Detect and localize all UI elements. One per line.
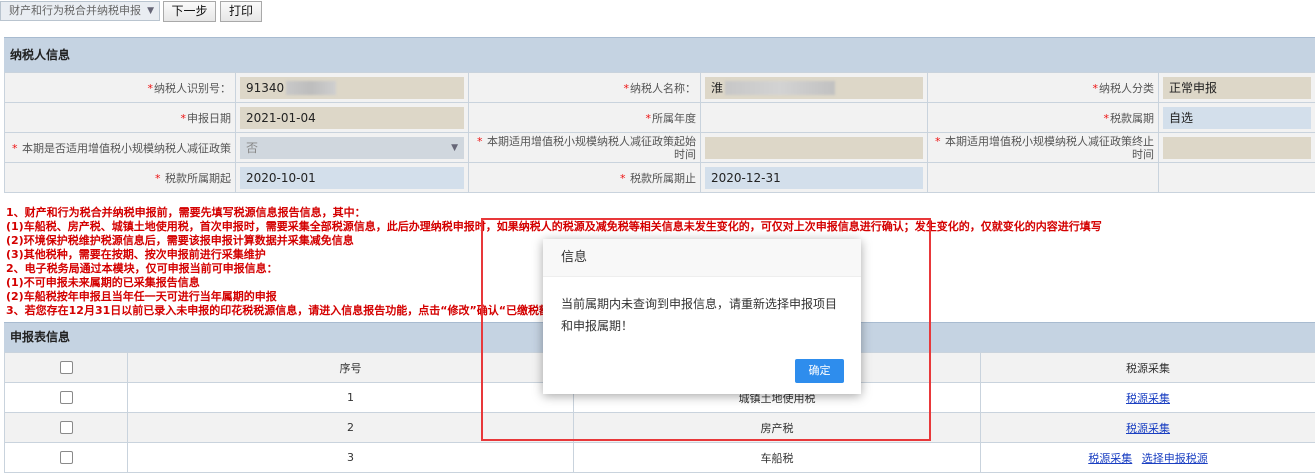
period-start-cell: 2020-10-01 xyxy=(236,163,469,193)
taxpayer-category-field: 正常申报 xyxy=(1163,77,1311,99)
taxpayer-category-cell: 正常申报 xyxy=(1159,73,1315,103)
notice-line: 1、财产和行为税合并纳税申报前，需要先填写税源信息报告信息，其中： xyxy=(6,206,366,220)
period-end-cell: 2020-12-31 xyxy=(701,163,928,193)
row-tax-name: 车船税 xyxy=(574,443,981,473)
declaration-date-label: *申报日期 xyxy=(5,103,236,133)
taxpayer-info-grid: *纳税人识别号： 91340 *纳税人名称： 淮 *纳税人分类 正常申报 *申报… xyxy=(4,72,1315,193)
tax-period-field[interactable]: 自选 xyxy=(1163,107,1311,129)
tax-year-cell xyxy=(701,103,928,133)
row-seq: 1 xyxy=(128,383,574,413)
policy-start-cell xyxy=(701,133,928,163)
policy-end-cell xyxy=(1159,133,1315,163)
taxpayer-id-field: 91340 xyxy=(240,77,464,99)
table-row: 3 车船税 税源采集 选择申报税源 xyxy=(5,443,1315,473)
period-start-field[interactable]: 2020-10-01 xyxy=(240,167,464,189)
period-end-label: * 税款所属期止 xyxy=(469,163,701,193)
select-declare-source-link[interactable]: 选择申报税源 xyxy=(1142,452,1208,465)
source-collect-link[interactable]: 税源采集 xyxy=(1126,422,1170,435)
top-toolbar: 财产和行为税合并纳税申报 ▼ 下一步 打印 xyxy=(0,0,1315,24)
notice-line: 3、若您存在12月31日以前已录入未申报的印花税税源信息，请进入信息报告功能，点… xyxy=(6,304,557,318)
period-end-field[interactable]: 2020-12-31 xyxy=(705,167,923,189)
info-dialog: 信息 当前属期内未查询到申报信息，请重新选择申报项目和申报属期！ 确定 xyxy=(543,239,861,394)
tax-period-cell: 自选 xyxy=(1159,103,1315,133)
taxpayer-name-cell: 淮 xyxy=(701,73,928,103)
taxpayer-category-label: *纳税人分类 xyxy=(928,73,1159,103)
row-checkbox[interactable] xyxy=(60,421,73,434)
chevron-down-icon: ▼ xyxy=(451,137,458,159)
print-button[interactable]: 打印 xyxy=(220,1,262,22)
taxpayer-info-title: 纳税人信息 xyxy=(10,48,70,62)
col-header-source: 税源采集 xyxy=(981,353,1315,383)
declaration-date-cell: 2021-01-04 xyxy=(236,103,469,133)
chevron-down-icon: ▼ xyxy=(147,2,154,20)
notice-line: (2)车船税按年申报且当年任一天可进行当年属期的申报 xyxy=(6,290,277,304)
declaration-info-title: 申报表信息 xyxy=(10,330,70,344)
row-checkbox[interactable] xyxy=(60,451,73,464)
tax-year-label: *所属年度 xyxy=(469,103,701,133)
dialog-title: 信息 xyxy=(543,239,861,277)
row-checkbox[interactable] xyxy=(60,391,73,404)
empty-cell xyxy=(928,163,1159,193)
taxpayer-name-field: 淮 xyxy=(705,77,923,99)
notice-line: (2)环境保护税维护税源信息后，需要该报申报计算数据并采集减免信息 xyxy=(6,234,354,248)
policy-end-field xyxy=(1163,137,1311,159)
declaration-date-field: 2021-01-04 xyxy=(240,107,464,129)
select-all-cell xyxy=(5,353,128,383)
empty-cell xyxy=(1159,163,1315,193)
notice-line: (1)车船税、房产税、城镇土地使用税，首次申报时，需要采集全部税源信息，此后办理… xyxy=(6,220,1102,234)
policy-applicable-label: * 本期是否适用增值税小规模纳税人减征政策 xyxy=(5,133,236,163)
table-row: 2 房产税 税源采集 xyxy=(5,413,1315,443)
period-start-label: * 税款所属期起 xyxy=(5,163,236,193)
select-all-checkbox[interactable] xyxy=(60,361,73,374)
policy-start-field xyxy=(705,137,923,159)
row-seq: 2 xyxy=(128,413,574,443)
dialog-message: 当前属期内未查询到申报信息，请重新选择申报项目和申报属期！ xyxy=(561,293,846,337)
policy-applicable-select[interactable]: 否▼ xyxy=(240,137,464,159)
notice-line: (3)其他税种，需要在按期、按次申报前进行采集维护 xyxy=(6,248,266,262)
col-header-seq: 序号 xyxy=(128,353,574,383)
policy-applicable-cell: 否▼ xyxy=(236,133,469,163)
notice-line: 2、电子税务局通过本模块，仅可申报当前可申报信息： xyxy=(6,262,278,276)
next-step-button[interactable]: 下一步 xyxy=(163,1,216,22)
policy-end-label: * 本期适用增值税小规模纳税人减征政策终止时间 xyxy=(928,133,1159,163)
confirm-button[interactable]: 确定 xyxy=(795,359,844,383)
taxpayer-info-header: 纳税人信息 xyxy=(4,37,1315,72)
source-collect-link[interactable]: 税源采集 xyxy=(1088,452,1132,465)
tax-period-label: *税款属期 xyxy=(928,103,1159,133)
row-seq: 3 xyxy=(128,443,574,473)
taxpayer-id-label: *纳税人识别号： xyxy=(5,73,236,103)
policy-start-label: * 本期适用增值税小规模纳税人减征政策起始时间 xyxy=(469,133,701,163)
row-tax-name: 房产税 xyxy=(574,413,981,443)
declaration-project-select-value: 财产和行为税合并纳税申报 xyxy=(9,4,141,17)
taxpayer-name-label: *纳税人名称： xyxy=(469,73,701,103)
declaration-project-select[interactable]: 财产和行为税合并纳税申报 ▼ xyxy=(0,1,160,21)
taxpayer-id-cell: 91340 xyxy=(236,73,469,103)
notice-line: (1)不可申报未来属期的已采集报告信息 xyxy=(6,276,200,290)
source-collect-link[interactable]: 税源采集 xyxy=(1126,392,1170,405)
